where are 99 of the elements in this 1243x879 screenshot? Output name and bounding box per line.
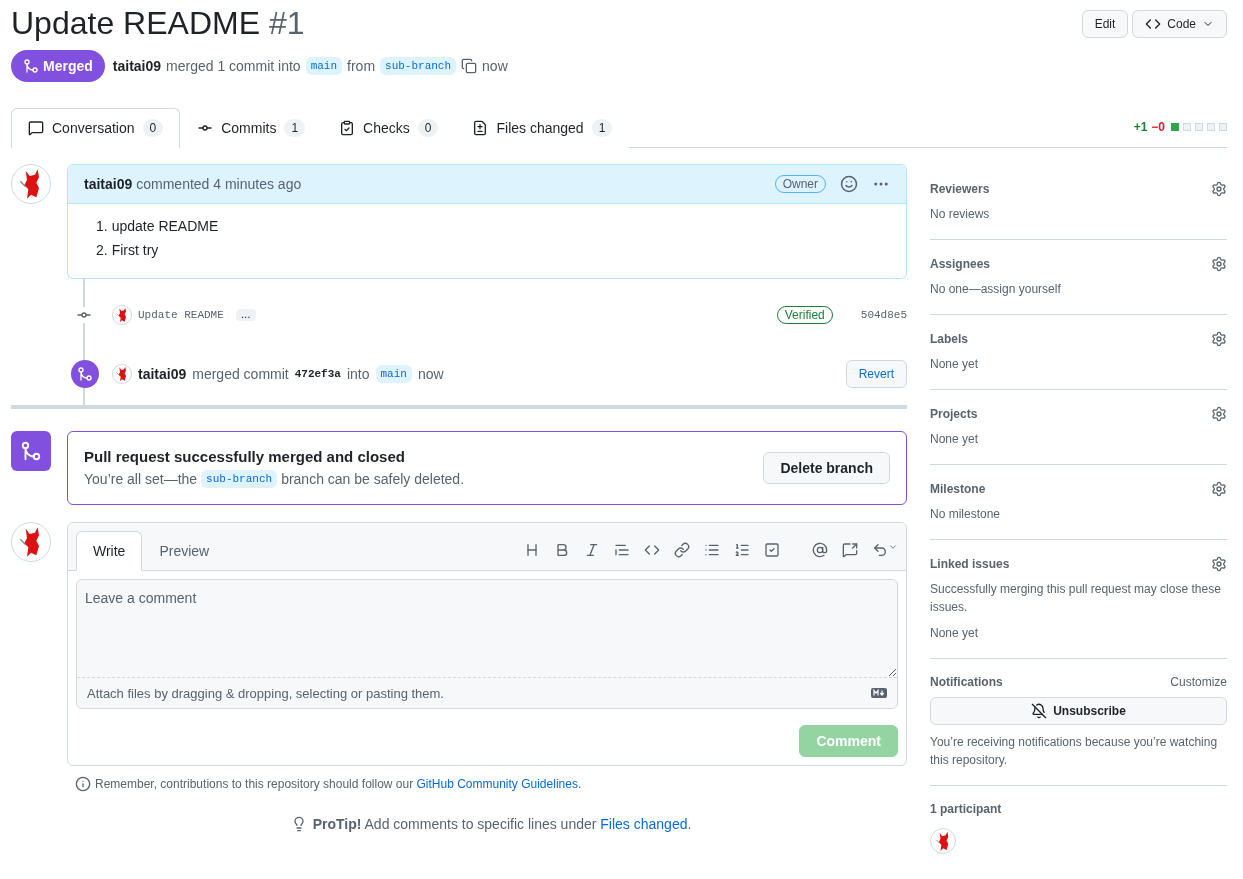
sidebar-value: None yet [930,625,980,642]
avatar[interactable] [11,522,51,562]
expand-button[interactable]: … [235,309,256,321]
merge-summary: merged 1 commit into [166,58,301,74]
sidebar-heading: 1 participant [930,802,1002,816]
settings-icon[interactable] [1211,256,1227,272]
commit-message-link[interactable]: Update README [138,309,224,321]
sidebar-heading: Milestone [930,482,986,496]
from-label: from [347,58,376,74]
merge-status-title: Pull request successfully merged and closed [84,448,406,465]
settings-icon[interactable] [1211,331,1227,347]
settings-icon[interactable] [1211,406,1227,422]
italic-icon[interactable] [584,542,600,558]
editor-tab[interactable]: Preview [142,531,227,571]
revert-button[interactable]: Revert [845,360,907,388]
sidebar-value: No one—assign yourself [930,281,1062,298]
merge-status-text: branch can be safely deleted. [281,471,465,487]
link-icon[interactable] [674,542,690,558]
comment-field[interactable]: Leave a comment Attach files by dragging & dropping, selecting or pasting them. [76,579,898,709]
guidelines-notice: Remember, contributions to this repository should follow our GitHub Community Guidelines. [95,777,582,791]
edit-button[interactable]: Edit [1081,10,1129,38]
numbered-list-icon[interactable] [734,542,750,558]
editor-tab[interactable]: Write [76,531,143,571]
sidebar-heading: Projects [930,407,978,421]
avatar[interactable] [112,364,132,384]
list-number: 2. [96,242,108,258]
branch-tag[interactable]: sub-branch [380,57,457,75]
settings-icon[interactable] [1211,556,1227,572]
merge-time: now [482,58,508,74]
quote-icon[interactable] [614,542,630,558]
avatar[interactable] [930,828,956,854]
sidebar-heading: Notifications [930,675,1003,689]
settings-icon[interactable] [1211,481,1227,497]
event-text: into [346,366,370,382]
tab-count: 0 [142,119,164,137]
delete-branch-button[interactable]: Delete branch [763,452,890,484]
heading-icon[interactable] [524,542,540,558]
protip-text: ProTip! Add comments to specific lines under Files changed. [312,816,692,832]
tab[interactable]: Conversation 0 [11,108,181,148]
author-link[interactable]: taitai09 [84,176,133,192]
sidebar-description: Successfully merging this pull request may close these issues. [930,581,1222,616]
merge-status-text: You’re all set—the [84,471,198,487]
event-text: merged commit [192,366,289,382]
attach-files-hint[interactable]: Attach files by dragging & dropping, selecting or pasting them. [87,685,444,701]
info-icon [75,776,91,792]
author-link[interactable]: taitai09 [138,366,187,382]
mention-icon[interactable] [812,542,828,558]
unsubscribe-button[interactable]: Unsubscribe [930,697,1227,725]
merge-icon [71,360,99,388]
reply-icon[interactable] [872,542,888,558]
copy-icon[interactable] [461,58,478,74]
sidebar-value: None yet [930,431,980,448]
comment-timestamp: commented 4 minutes ago [136,176,302,192]
author-link[interactable]: taitai09 [112,58,162,74]
tab-count: 0 [417,119,439,137]
task-list-icon[interactable] [764,542,780,558]
branch-tag[interactable]: main [305,57,343,75]
list-number: 1. [96,218,108,234]
list-item: update README [111,218,219,234]
avatar[interactable] [112,305,132,325]
code-button[interactable]: Code [1132,10,1227,38]
emoji-icon[interactable] [840,175,858,193]
caret-icon[interactable] [888,542,898,552]
reference-icon[interactable] [842,542,858,558]
bulleted-list-icon[interactable] [704,542,720,558]
code-icon [1145,16,1162,32]
branch-tag[interactable]: sub-branch [201,470,278,488]
notification-reason: You’re receiving notifications because you’re watching this repository. [930,734,1219,769]
file-diff-icon [472,120,489,136]
merged-status-badge: Merged [11,50,105,82]
checklist-icon [339,120,356,136]
sidebar-heading: Labels [930,332,968,346]
sidebar-heading: Assignees [930,257,991,271]
commit-sha-link[interactable]: 504d8e5 [860,309,907,321]
sidebar-heading: Reviewers [930,182,990,196]
tab-count: 1 [284,119,306,137]
sidebar-heading: Linked issues [930,557,1010,571]
bold-icon[interactable] [554,542,570,558]
additions-count: +1 [1133,120,1148,134]
merge-icon [23,58,39,74]
deletions-count: −0 [1151,120,1165,134]
tab-count: 1 [591,119,613,137]
markdown-icon [871,688,887,698]
avatar[interactable] [11,164,51,204]
commit-sha-link[interactable]: 472ef3a [294,368,341,380]
conversation-icon [28,120,44,136]
code-icon[interactable] [644,542,660,558]
sidebar-value: No reviews [930,206,991,223]
bell-off-icon [1031,703,1048,719]
branch-tag[interactable]: main [375,365,412,383]
merge-icon [11,431,51,471]
customize-link[interactable]: Customize [1170,675,1227,689]
pull-request-title: Update README #1 [11,4,305,43]
event-time: now [417,366,444,382]
settings-icon[interactable] [1211,181,1227,197]
guidelines-link[interactable]: GitHub Community Guidelines [416,777,578,791]
list-item: First try [111,242,159,258]
sidebar-value: No milestone [930,506,1002,523]
sidebar-value: None yet [930,356,980,373]
